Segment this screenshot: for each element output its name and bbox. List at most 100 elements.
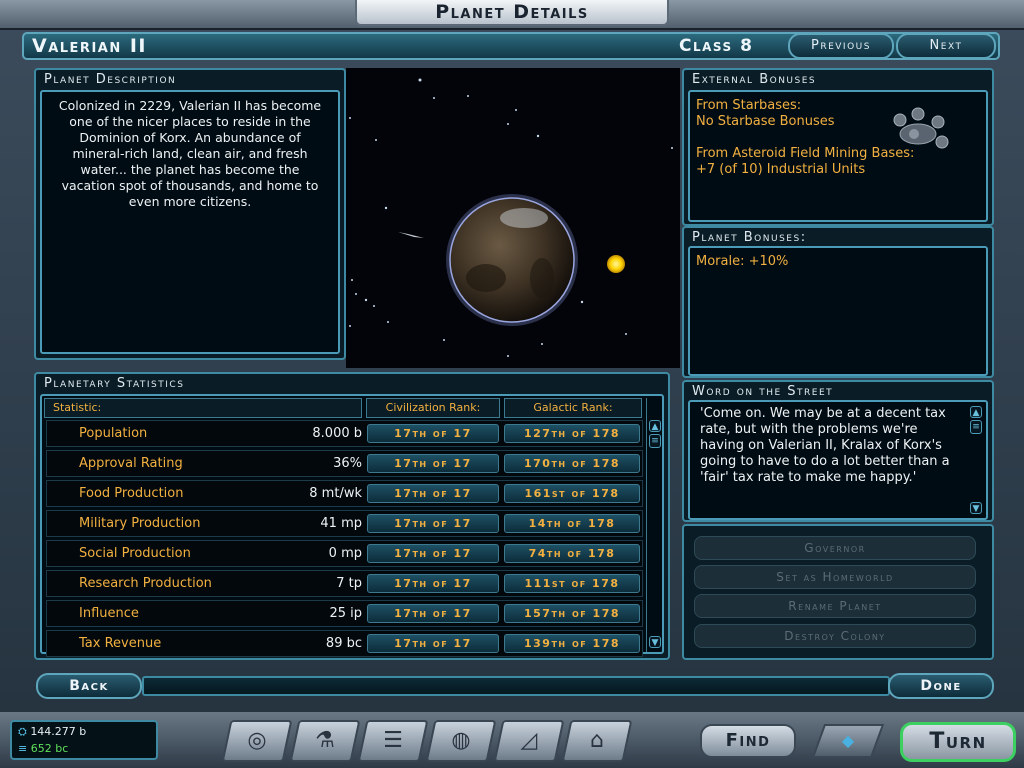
destroy-colony-button[interactable]: Destroy Colony (694, 624, 976, 648)
external-bonuses-title: External Bonuses (692, 72, 817, 87)
stat-value: 25 ip (329, 606, 362, 621)
civ-rank: 17th of 17 (367, 634, 499, 653)
statistics-panel: Planetary Statistics Statistic: Civiliza… (34, 372, 670, 660)
stat-name: Influence (79, 606, 139, 621)
planet-name: Valerian II (32, 35, 147, 57)
chart-icon: ◿ (520, 728, 538, 753)
description-text: Colonized in 2229, Valerian II has becom… (58, 98, 322, 209)
done-button[interactable]: Done (888, 673, 994, 699)
statistics-scrollbar[interactable]: ▲ ≡ ▼ (646, 398, 664, 652)
back-button[interactable]: Back (36, 673, 142, 699)
mining-label: From Asteroid Field Mining Bases: (696, 146, 915, 161)
capitol-icon: ⌂ (590, 728, 604, 753)
planet-bonuses-title: Planet Bonuses: (692, 230, 807, 245)
planet-bonuses-box: Morale: +10% (688, 246, 988, 376)
income-icon: ≡ (18, 742, 28, 755)
description-title: Planet Description (44, 72, 177, 87)
street-box: 'Come on. We may be at a decent tax rate… (688, 400, 988, 520)
research-button[interactable]: ⚗ (289, 720, 361, 762)
planet-header: Valerian II Class 8 Previous Next (22, 32, 1000, 60)
stat-value: 8.000 b (312, 426, 362, 441)
table-row: Influence 25 ip 17th of 17 157th of 178 (46, 600, 643, 627)
table-row: Population 8.000 b 17th of 17 127th of 178 (46, 420, 643, 447)
credits-value: 144.277 b (30, 725, 87, 738)
table-row: Military Production 41 mp 17th of 17 14th o… (46, 510, 643, 537)
actions-panel: Governor Set as Homeworld Rename Planet … (682, 524, 994, 660)
ship-marker (398, 232, 424, 238)
scroll-down-icon[interactable]: ▼ (649, 636, 661, 648)
street-scroll-down-icon[interactable]: ▼ (970, 502, 982, 514)
civ-rank: 17th of 17 (367, 604, 499, 623)
table-row: Food Production 8 mt/wk 17th of 17 161st of… (46, 480, 643, 507)
planet-bonuses-panel: Planet Bonuses: Morale: +10% (682, 226, 994, 378)
galactic-rank: 127th of 178 (504, 424, 640, 443)
galactic-rank: 111st of 178 (504, 574, 640, 593)
set-homeworld-button[interactable]: Set as Homeworld (694, 565, 976, 589)
stat-value: 8 mt/wk (309, 486, 362, 501)
next-button[interactable]: Next (896, 33, 996, 59)
street-title: Word on the Street (692, 384, 834, 399)
stat-value: 0 mp (328, 546, 362, 561)
civ-rank: 17th of 17 (367, 454, 499, 473)
window-title: Planet Details (355, 0, 669, 26)
column-header-statistic: Statistic: (44, 398, 362, 418)
planets-button[interactable]: ◎ (221, 720, 293, 762)
street-panel: Word on the Street 'Come on. We may be a… (682, 380, 994, 522)
planet-icon: ◎ (247, 728, 267, 753)
mining-value: +7 (of 10) Industrial Units (696, 162, 866, 177)
table-row: Tax Revenue 89 bc 17th of 17 139th of 178 (46, 630, 643, 657)
table-row: Research Production 7 tp 17th of 17 111st o… (46, 570, 643, 597)
civ-rank: 17th of 17 (367, 424, 499, 443)
table-row: Approval Rating 36% 17th of 17 170th of 178 (46, 450, 643, 477)
stat-name: Food Production (79, 486, 184, 501)
governor-button[interactable]: Governor (694, 536, 976, 560)
ships-button[interactable]: ☰ (357, 720, 429, 762)
stat-value: 7 tp (336, 576, 362, 591)
stat-name: Social Production (79, 546, 191, 561)
statistics-table: Statistic: Civilization Rank: Galactic R… (40, 394, 664, 657)
description-panel: Planet Description Colonized in 2229, Va… (34, 68, 346, 360)
external-bonuses-content: From Starbases: No Starbase Bonuses From… (696, 98, 914, 178)
progress-track (142, 676, 890, 696)
column-header-galactic-rank: Galactic Rank: (504, 398, 642, 418)
stat-value: 36% (333, 456, 362, 471)
planet-view (346, 68, 680, 368)
income-value: 652 bc (30, 742, 69, 755)
game-window: Planet Details Valerian II Class 8 Previ… (0, 0, 1024, 768)
stat-value: 41 mp (320, 516, 362, 531)
stat-name: Population (79, 426, 148, 441)
stat-name: Military Production (79, 516, 201, 531)
rename-planet-button[interactable]: Rename Planet (694, 594, 976, 618)
turn-button[interactable]: Turn (900, 722, 1016, 762)
street-scroll-thumb[interactable]: ≡ (970, 420, 982, 434)
street-text: 'Come on. We may be at a decent tax rate… (700, 406, 950, 485)
stat-name: Tax Revenue (79, 636, 162, 651)
find-button[interactable]: Find (700, 724, 796, 758)
statistics-title: Planetary Statistics (44, 376, 185, 391)
previous-button[interactable]: Previous (788, 33, 894, 59)
external-bonuses-box: From Starbases: No Starbase Bonuses From… (688, 90, 988, 222)
government-button[interactable]: ⌂ (561, 720, 633, 762)
column-header-civ-rank: Civilization Rank: (366, 398, 500, 418)
treasury-display: ⛭ 144.277 b ≡ 652 bc (10, 720, 158, 760)
description-box: Colonized in 2229, Valerian II has becom… (40, 90, 340, 354)
stat-value: 89 bc (325, 636, 362, 651)
scroll-up-icon[interactable]: ▲ (649, 420, 661, 432)
scroll-thumb[interactable]: ≡ (649, 434, 661, 448)
galactic-rank: 161st of 178 (504, 484, 640, 503)
stat-name: Research Production (79, 576, 212, 591)
reports-button[interactable]: ◿ (493, 720, 565, 762)
galactic-rank: 157th of 178 (504, 604, 640, 623)
street-scroll-up-icon[interactable]: ▲ (970, 406, 982, 418)
planet-class: Class 8 (679, 36, 754, 56)
view-toggle-button[interactable]: ◆ (811, 724, 885, 758)
diamond-icon: ◆ (841, 731, 855, 750)
civ-rank: 17th of 17 (367, 574, 499, 593)
galactic-rank: 74th of 178 (504, 544, 640, 563)
diplomacy-button[interactable]: ◍ (425, 720, 497, 762)
credits-icon: ⛭ (18, 725, 27, 738)
globe-icon: ◍ (451, 728, 471, 753)
planet-view-scene (349, 78, 673, 357)
table-row: Social Production 0 mp 17th of 17 74th of 1… (46, 540, 643, 567)
civ-rank: 17th of 17 (367, 484, 499, 503)
